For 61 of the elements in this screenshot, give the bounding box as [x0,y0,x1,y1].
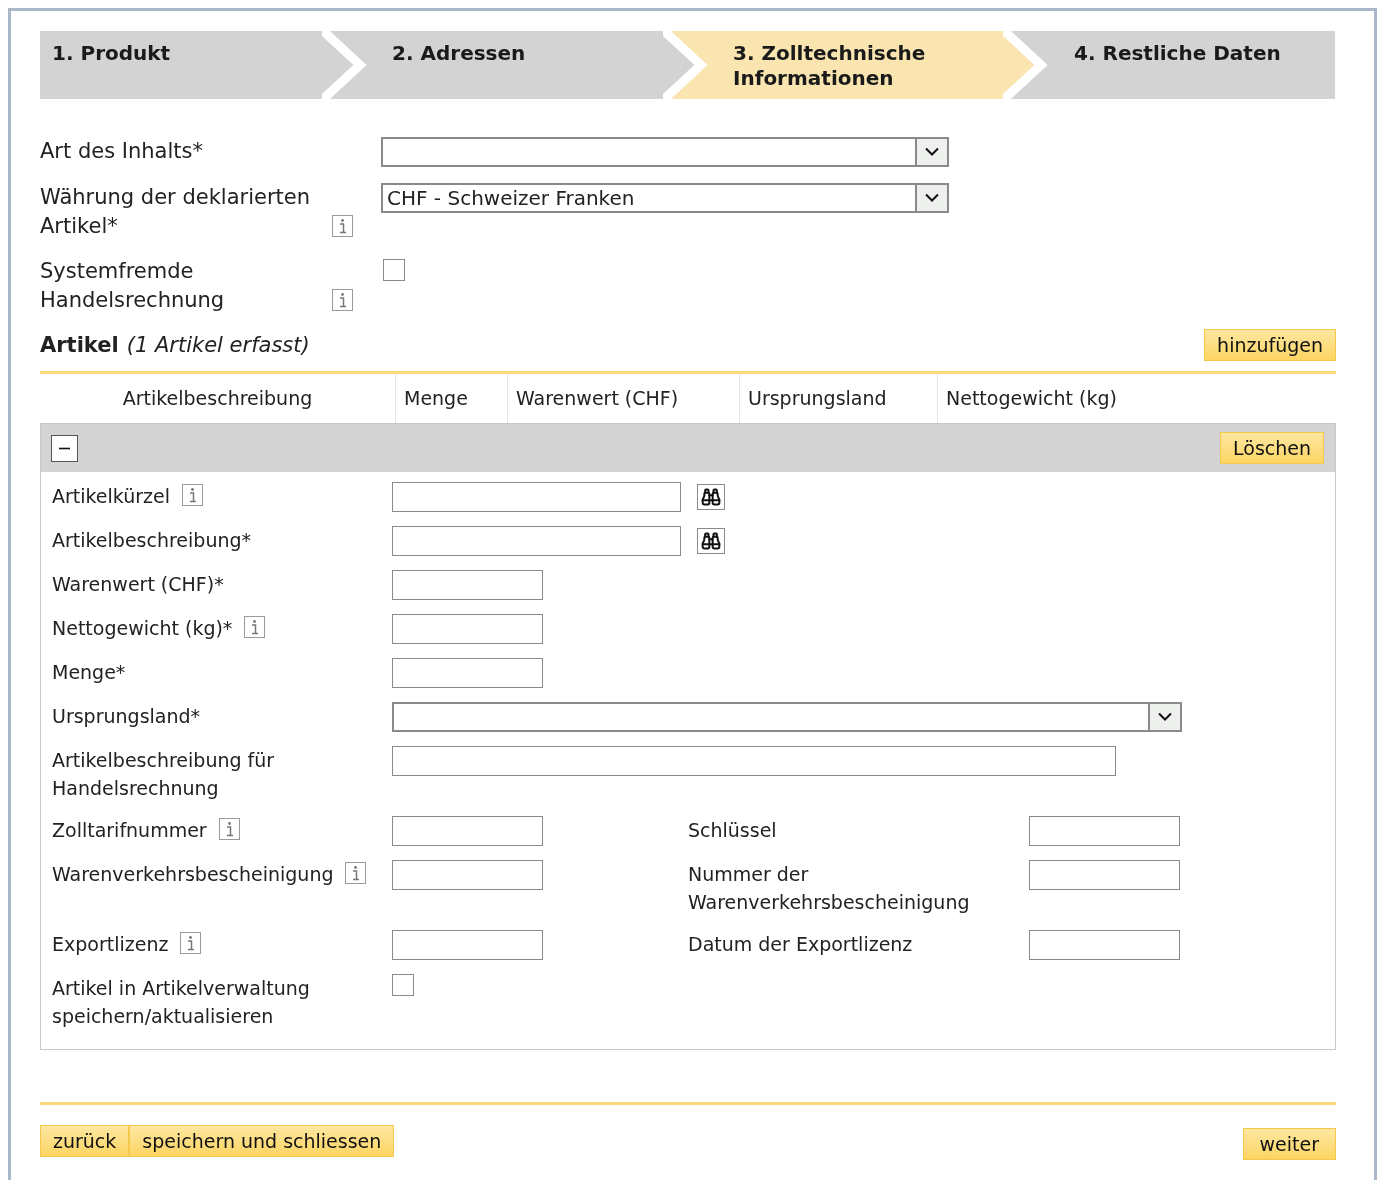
column-header: Artikelbeschreibung [121,386,314,412]
text-field[interactable] [392,614,543,644]
field-label: Warenverkehrsbescheinigung [52,862,334,887]
text-field[interactable] [1029,930,1180,960]
wizard-step[interactable]: 4. Restliche Daten [1003,31,1335,99]
binoculars-icon[interactable] [697,484,725,510]
info-icon[interactable] [182,484,204,506]
field-label: Menge* [52,660,126,685]
field-label: Nummer der Warenverkehrsbescheinigung [688,862,971,915]
field-label: Ursprungsland* [52,704,201,729]
text-field[interactable] [392,860,543,890]
text-field[interactable] [392,482,681,512]
field-label: Datum der Exportlizenz [688,932,914,957]
section-title: Artikel [40,331,119,359]
field-label: Exportlizenz [52,932,169,957]
field-label: Systemfremde Handelsrechnung [40,258,226,314]
text-field[interactable] [1029,860,1180,890]
checkbox[interactable] [392,974,414,996]
field-label: Art des Inhalts* [40,138,203,165]
info-icon[interactable] [244,616,266,638]
field-label: Warenwert (CHF)* [52,572,224,597]
next-button[interactable]: weiter [1242,1128,1336,1160]
column-header: Warenwert (CHF) [507,374,739,423]
text-field[interactable] [1029,816,1180,846]
chevron-down-icon [925,193,939,203]
field-label: Artikelbeschreibung für Handelsrechnung [52,748,276,801]
text-field[interactable] [392,746,1116,776]
field-label: Artikelkürzel [52,484,171,509]
field-label: Schlüssel [688,818,778,843]
chevron-down-icon [925,147,939,157]
chevron-down-icon [1158,712,1172,722]
select-field[interactable] [381,137,949,167]
delete-button[interactable]: Löschen [1220,432,1324,464]
binoculars-icon[interactable] [697,528,725,554]
info-icon[interactable] [332,289,353,311]
select-field[interactable]: CHF - Schweizer Franken [381,183,949,213]
text-field[interactable] [392,658,543,688]
info-icon[interactable] [180,932,202,954]
field-label: Artikelbeschreibung* [52,528,252,553]
field-label: Währung der deklarierten Artikel* [40,184,312,240]
add-button[interactable]: hinzufügen [1204,329,1336,361]
column-header: Ursprungsland [739,374,937,423]
article-count: (1 Artikel erfasst) [126,331,310,359]
wizard-step[interactable]: 1. Produkt [40,31,322,99]
column-header: Nettogewicht (kg) [937,374,1336,423]
collapse-button[interactable] [51,434,78,462]
text-field[interactable] [392,930,543,960]
info-icon[interactable] [332,215,353,237]
field-label: Nettogewicht (kg)* [52,616,233,641]
info-icon[interactable] [218,818,240,840]
checkbox[interactable] [383,259,405,281]
back-button[interactable]: zurück [40,1125,130,1157]
info-icon[interactable] [345,862,367,884]
text-field[interactable] [392,816,543,846]
select-field[interactable] [392,702,1182,732]
column-header: Menge [395,374,507,423]
text-field[interactable] [392,526,681,556]
field-label: Artikel in Artikelverwaltung speichern/aktualisieren [52,976,311,1029]
text-field[interactable] [392,570,543,600]
field-label: Zolltarifnummer [52,818,207,843]
save-close-button[interactable]: speichern und schliessen [129,1125,395,1157]
